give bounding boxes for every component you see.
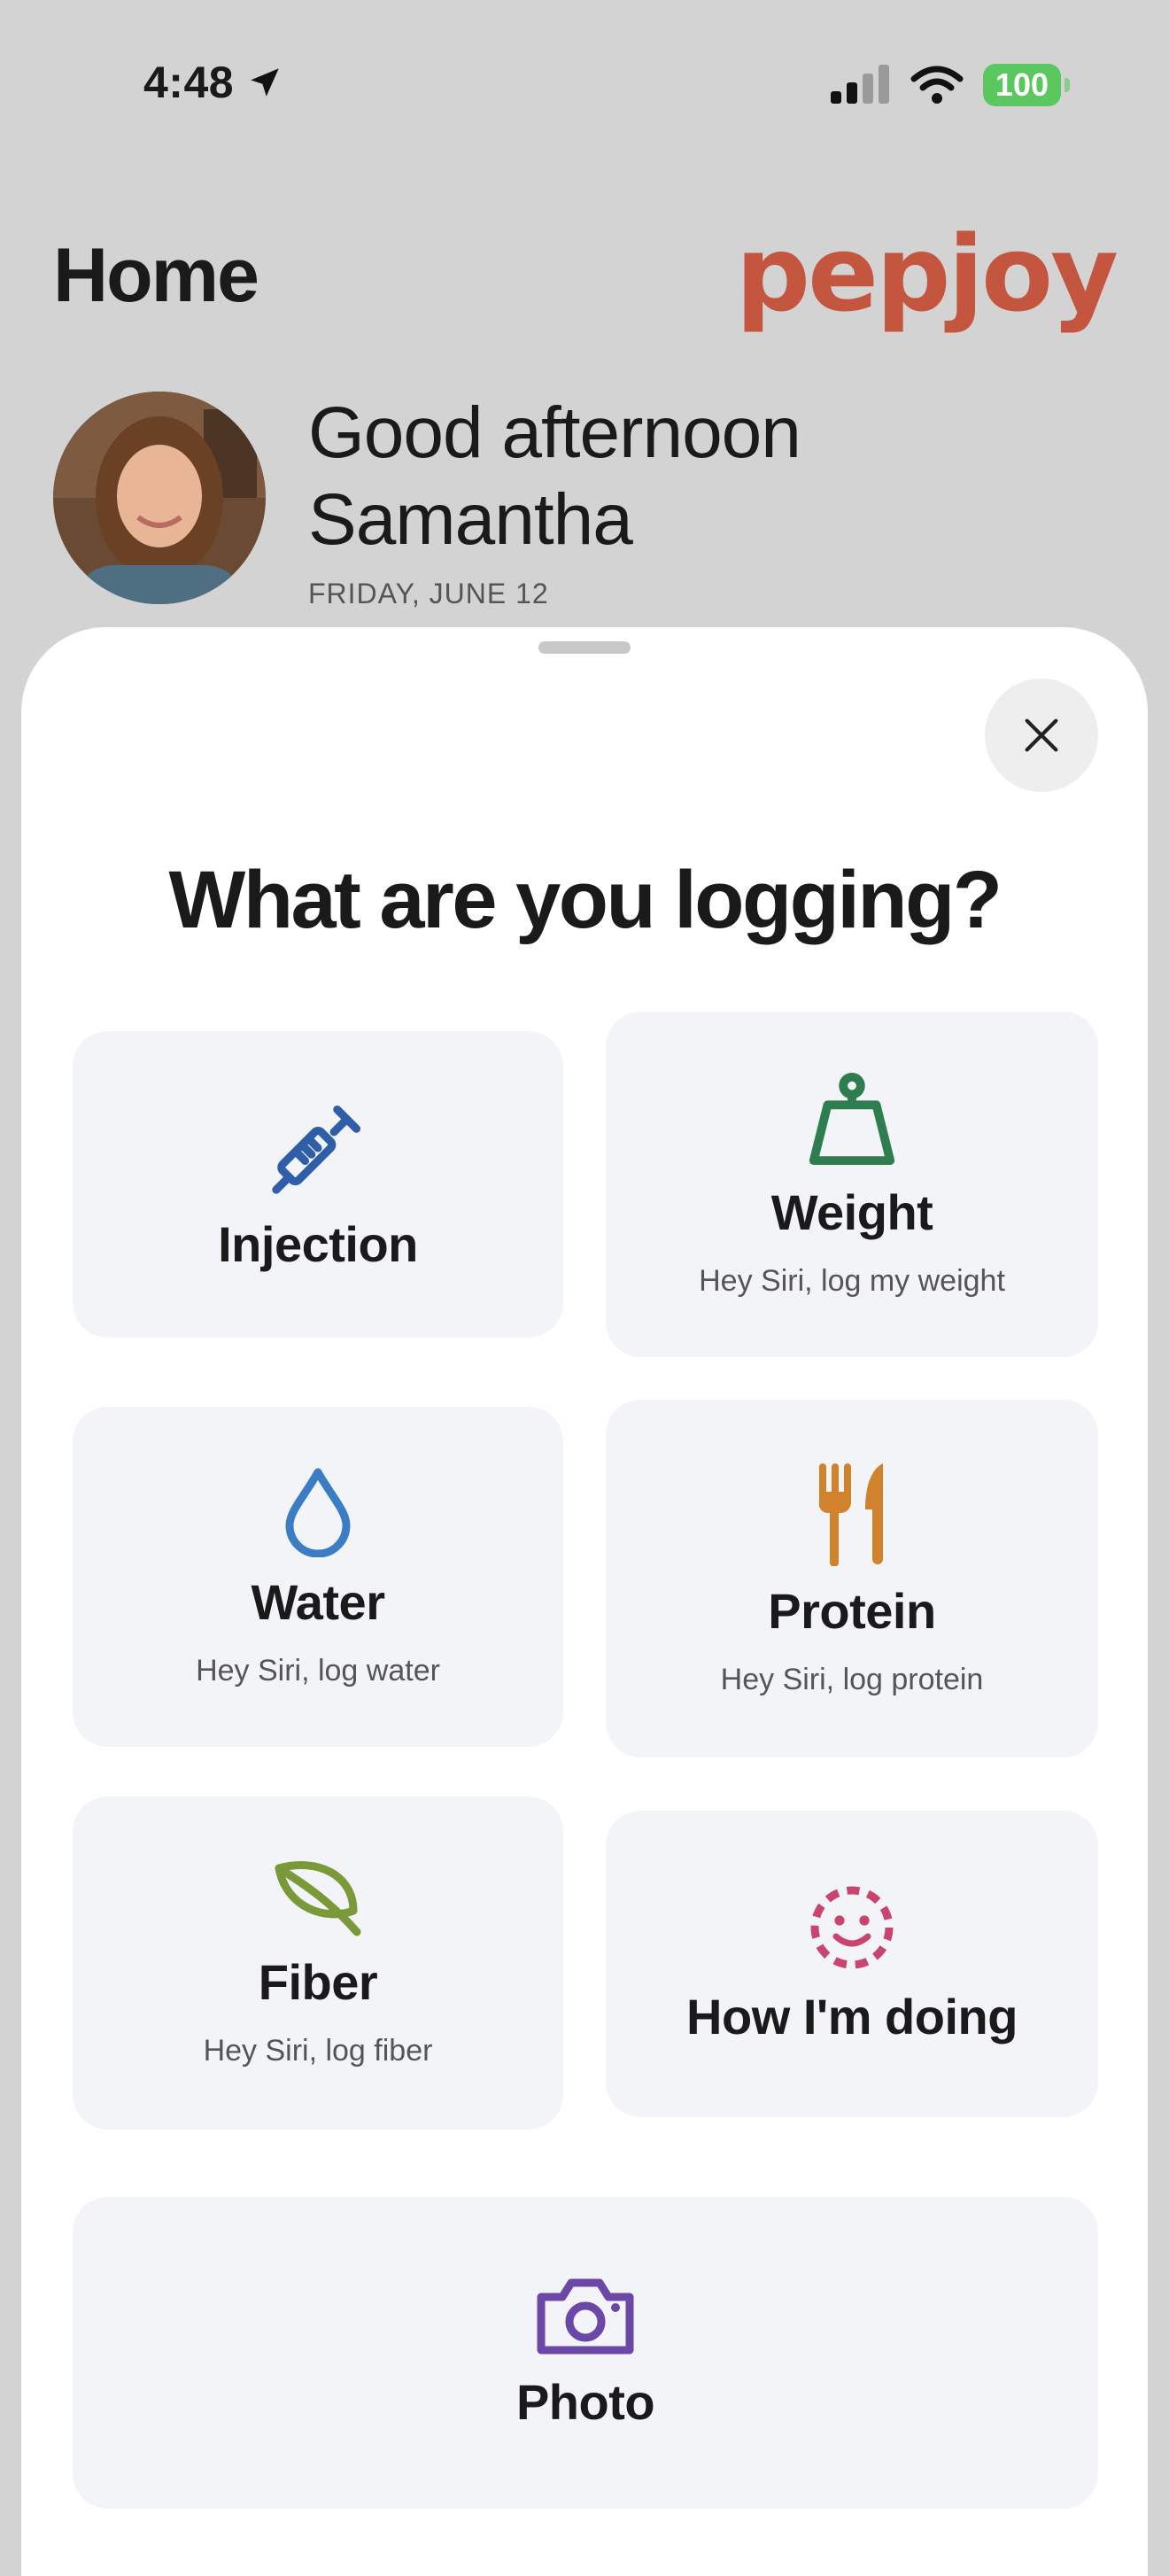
water-drop-icon <box>283 1465 353 1557</box>
option-label: Weight <box>770 1184 933 1240</box>
avatar[interactable] <box>53 392 266 604</box>
siri-hint: Hey Siri, log protein <box>720 1663 984 1696</box>
brand-logo: pepjoy <box>735 213 1119 335</box>
avatar-photo <box>53 392 266 604</box>
option-label: Fiber <box>258 1954 378 2010</box>
wifi-icon <box>910 66 964 104</box>
log-entry-sheet: What are you logging? Injection Weight H… <box>21 627 1148 2576</box>
log-option-fiber[interactable]: Fiber Hey Siri, log fiber <box>73 1796 563 2130</box>
fork-knife-icon <box>812 1460 892 1566</box>
sheet-grabber[interactable] <box>538 641 631 654</box>
location-arrow-icon <box>251 68 279 97</box>
camera-icon <box>534 2276 637 2357</box>
log-option-weight[interactable]: Weight Hey Siri, log my weight <box>606 1012 1098 1357</box>
log-option-injection[interactable]: Injection <box>73 1031 563 1338</box>
status-time-text: 4:48 <box>143 58 235 107</box>
syringe-icon <box>267 1097 369 1199</box>
log-option-photo[interactable]: Photo <box>73 2197 1098 2509</box>
close-icon <box>1025 718 1058 752</box>
mood-icon <box>808 1883 896 1972</box>
greeting-line: Good afternoon <box>308 392 801 473</box>
page-title: Home <box>53 233 259 318</box>
close-button[interactable] <box>985 679 1098 792</box>
option-label: How I'm doing <box>686 1988 1018 2045</box>
option-label: Injection <box>218 1215 418 1272</box>
log-option-protein[interactable]: Protein Hey Siri, log protein <box>606 1400 1098 1757</box>
siri-hint: Hey Siri, log water <box>196 1654 440 1688</box>
log-option-how-im-doing[interactable]: How I'm doing <box>606 1811 1098 2117</box>
current-date: FRIDAY, JUNE 12 <box>308 578 549 609</box>
greeting: Good afternoon Samantha <box>308 390 801 563</box>
weight-icon <box>806 1070 898 1168</box>
user-name: Samantha <box>308 479 633 560</box>
option-label: Photo <box>515 2373 655 2430</box>
sheet-title: What are you logging? <box>168 855 1003 945</box>
cellular-signal-icon <box>830 65 889 104</box>
siri-hint: Hey Siri, log my weight <box>699 1264 1005 1298</box>
option-label: Protein <box>768 1583 936 1639</box>
battery-indicator: 100 <box>982 64 1071 106</box>
log-option-water[interactable]: Water Hey Siri, log water <box>73 1407 563 1747</box>
status-bar-time: 4:48 <box>143 57 283 108</box>
leaf-icon <box>272 1858 364 1937</box>
status-bar-indicators: 100 <box>829 64 1071 106</box>
option-label: Water <box>251 1574 385 1630</box>
siri-hint: Hey Siri, log fiber <box>203 2034 433 2068</box>
